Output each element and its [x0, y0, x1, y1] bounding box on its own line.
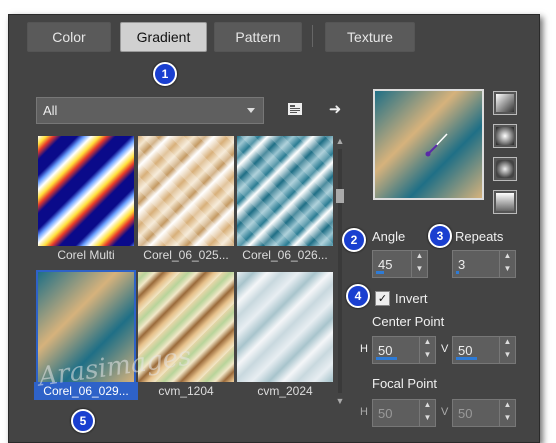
tab-color[interactable]: Color: [27, 22, 111, 52]
gradient-name: Corel Multi: [57, 248, 115, 262]
repeats-stepper[interactable]: 3 ▲ ▼: [452, 250, 516, 278]
scroll-thumb[interactable]: [336, 189, 344, 203]
focal-point-label: Focal Point: [372, 376, 438, 391]
callout-badge-1: 1: [153, 62, 177, 86]
center-h-value: 50: [378, 342, 393, 358]
focal-v-stepper[interactable]: 50 ▲ ▼: [452, 399, 516, 427]
repeats-label: Repeats: [455, 229, 504, 244]
decrement-icon[interactable]: ▼: [420, 350, 435, 363]
arrow-right-icon[interactable]: ➜: [325, 99, 345, 119]
repeats-value: 3: [458, 256, 466, 272]
increment-icon[interactable]: ▲: [420, 400, 435, 413]
focal-v-input[interactable]: 50: [452, 399, 500, 427]
callout-badge-3: 3: [428, 224, 452, 248]
callout-badge-5: 5: [71, 409, 95, 433]
scroll-up-icon[interactable]: ▲: [333, 135, 347, 147]
gradient-name: Corel_06_025...: [143, 248, 229, 262]
center-v-input[interactable]: 50: [452, 336, 500, 364]
tab-gradient[interactable]: Gradient: [120, 22, 207, 52]
center-point-label: Center Point: [372, 314, 445, 329]
increment-icon[interactable]: ▲: [420, 337, 435, 350]
radial-style-button[interactable]: [493, 190, 517, 214]
focal-v-label: V: [441, 406, 449, 418]
gradient-list-scrollbar[interactable]: ▲ ▼: [333, 135, 347, 407]
focal-h-input[interactable]: 50: [372, 399, 420, 427]
center-v-level-bar: [456, 357, 477, 360]
scroll-track[interactable]: [338, 149, 342, 393]
tab-pattern[interactable]: Pattern: [214, 22, 302, 52]
increment-icon[interactable]: ▲: [500, 337, 515, 350]
repeats-input[interactable]: 3: [452, 250, 500, 278]
invert-checkbox[interactable]: ✓: [375, 291, 390, 306]
focal-h-stepper[interactable]: 50 ▲ ▼: [372, 399, 436, 427]
angle-input[interactable]: 45: [372, 250, 412, 278]
focal-h-value: 50: [378, 405, 393, 421]
gradient-name: cvm_1204: [158, 384, 214, 398]
gradient-tile[interactable]: Corel_06_025...: [138, 136, 234, 262]
increment-icon[interactable]: ▲: [412, 251, 427, 264]
chevron-down-icon: [247, 108, 255, 113]
dropdown-value: All: [43, 103, 58, 118]
gradient-category-dropdown[interactable]: All: [36, 97, 264, 124]
focal-h-label: H: [360, 406, 368, 418]
angle-value: 45: [378, 256, 393, 272]
decrement-icon[interactable]: ▼: [500, 413, 515, 426]
center-v-label: V: [441, 343, 449, 355]
decrement-icon[interactable]: ▼: [500, 264, 515, 277]
angle-handle-icon[interactable]: [375, 91, 482, 198]
angle-label: Angle: [372, 229, 406, 244]
gradient-tile[interactable]: Corel Multi: [38, 136, 134, 262]
linear-style-button[interactable]: [493, 91, 517, 115]
center-v-value: 50: [458, 342, 473, 358]
center-h-stepper[interactable]: 50 ▲ ▼: [372, 336, 436, 364]
angle-level-bar: [376, 271, 384, 274]
angle-stepper[interactable]: 45 ▲ ▼: [372, 250, 428, 278]
open-folder-icon[interactable]: [285, 99, 305, 119]
decrement-icon[interactable]: ▼: [500, 350, 515, 363]
scroll-down-icon[interactable]: ▼: [333, 395, 347, 407]
gradient-name: cvm_2024: [257, 384, 313, 398]
center-h-level-bar: [376, 357, 397, 360]
decrement-icon[interactable]: ▼: [420, 413, 435, 426]
focal-v-value: 50: [458, 405, 473, 421]
repeats-level-bar: [456, 271, 459, 274]
callout-badge-4: 4: [346, 284, 370, 308]
invert-label: Invert: [395, 291, 428, 306]
tab-texture[interactable]: Texture: [325, 22, 415, 52]
increment-icon[interactable]: ▲: [500, 400, 515, 413]
sunburst-style-button[interactable]: [493, 157, 517, 181]
gradient-preview[interactable]: [373, 89, 484, 200]
gradient-swatch: [38, 136, 134, 246]
gradient-tile[interactable]: Corel_06_026...: [237, 136, 333, 262]
center-h-input[interactable]: 50: [372, 336, 420, 364]
rectangular-style-button[interactable]: [493, 124, 517, 148]
increment-icon[interactable]: ▲: [500, 251, 515, 264]
gradient-tile[interactable]: cvm_2024: [237, 272, 333, 398]
center-h-label: H: [360, 343, 368, 355]
gradient-swatch: [237, 272, 333, 382]
gradient-swatch: [237, 136, 333, 246]
decrement-icon[interactable]: ▼: [412, 264, 427, 277]
gradient-name: Corel_06_026...: [242, 248, 328, 262]
gradient-swatch: [138, 136, 234, 246]
center-v-stepper[interactable]: 50 ▲ ▼: [452, 336, 516, 364]
tab-separator: [312, 25, 313, 47]
